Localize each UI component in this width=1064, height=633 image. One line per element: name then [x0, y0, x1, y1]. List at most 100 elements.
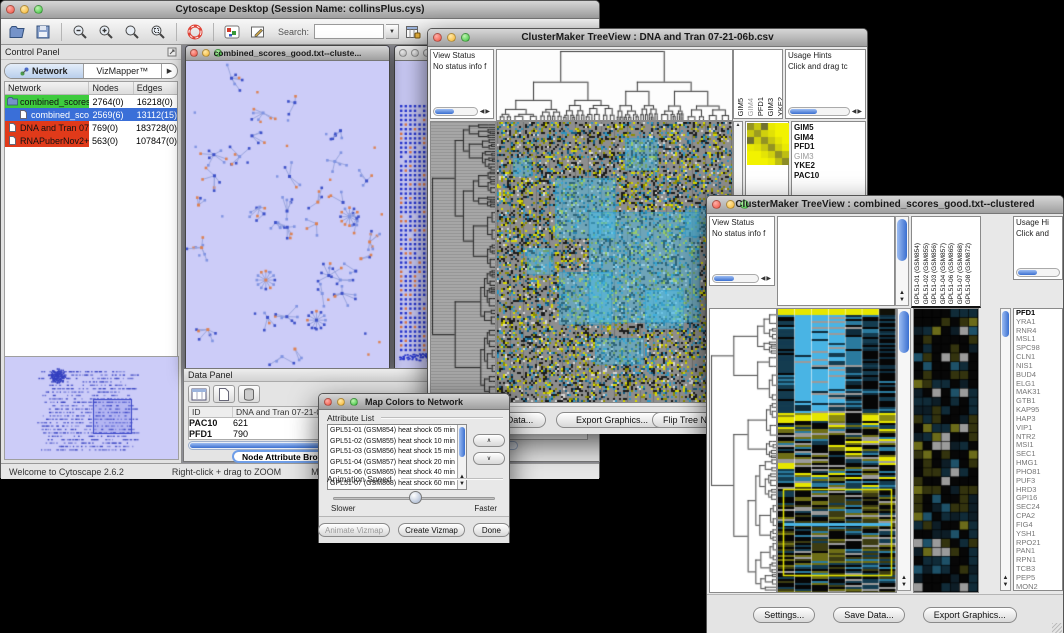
network-table-row[interactable]: combined_sco 2569(6) 13112(15): [5, 108, 177, 121]
tv1-similarity-matrix[interactable]: [747, 123, 789, 165]
tv1-row-dendrogram[interactable]: [430, 121, 496, 403]
tv2-save-data-button[interactable]: Save Data...: [833, 607, 905, 623]
slider-thumb[interactable]: [409, 491, 422, 504]
move-down-button[interactable]: ∨: [473, 452, 505, 465]
tv2-column-label[interactable]: GPL51-08 (GSM872): [965, 243, 972, 304]
tv2-status-hscrollbar[interactable]: ◀▶: [712, 273, 772, 283]
tv2-column-label[interactable]: GPL51-07 (GSM868): [957, 243, 964, 304]
treeview1-titlebar[interactable]: ClusterMaker TreeView : DNA and Tran 07-…: [428, 29, 867, 47]
file-icon: [7, 123, 18, 132]
group-divider: [381, 417, 503, 419]
tv1-view-status-info: No status info f: [431, 61, 493, 72]
tv2-heatmap[interactable]: [777, 308, 897, 593]
tv2-heatmap-vscrollbar[interactable]: ▲▼: [897, 308, 911, 591]
toolbar-separator: [61, 23, 62, 41]
gene-list-item[interactable]: MON2: [1016, 583, 1062, 591]
faster-label: Faster: [474, 504, 497, 513]
network-overview-thumbnail[interactable]: [4, 356, 179, 460]
tv2-export-graphics-button[interactable]: Export Graphics...: [923, 607, 1017, 623]
animate-vizmap-button[interactable]: Animate Vizmap: [318, 523, 390, 537]
tv1-row-label[interactable]: GIM3: [794, 152, 865, 162]
select-attributes-icon[interactable]: [188, 385, 210, 403]
resize-grip[interactable]: [1052, 623, 1062, 633]
treeview2-titlebar[interactable]: ClusterMaker TreeView : combined_scores_…: [707, 196, 1063, 214]
tv1-column-labels: GIM5GIM4PFD1GIM3YKE2PAC10: [733, 49, 783, 119]
network-table-row[interactable]: DNA and Tran 07 769(0) 183728(0): [5, 121, 177, 134]
zoom-out-icon[interactable]: [68, 21, 92, 42]
tv1-row-label[interactable]: PAC10: [794, 171, 865, 181]
minimize-button[interactable]: [411, 49, 419, 57]
attribute-list-item[interactable]: GPL51-01 (GSM854) heat shock 05 min: [330, 426, 456, 437]
tv1-column-label[interactable]: GIM3: [766, 98, 775, 116]
tv1-row-label[interactable]: YKE2: [794, 161, 865, 171]
tv2-usage-hints-info: Click and: [1014, 228, 1062, 239]
tv2-top-vscrollbar[interactable]: ▲▼: [895, 216, 909, 306]
tv1-column-label[interactable]: PFD1: [756, 97, 765, 116]
attribute-list-label: Attribute List: [327, 413, 374, 423]
tv2-settings-button[interactable]: Settings...: [753, 607, 815, 623]
tv2-column-label[interactable]: GPL51-06 (GSM865): [948, 243, 955, 304]
close-button[interactable]: [399, 49, 407, 57]
annotation-icon[interactable]: [246, 21, 270, 42]
new-attribute-icon[interactable]: [213, 385, 235, 403]
tv2-zoom-heatmap[interactable]: [913, 308, 979, 593]
network-icon: [20, 67, 29, 76]
tv1-column-label[interactable]: GIM5: [736, 98, 745, 116]
dialog-title: Map Colors to Network: [319, 397, 509, 407]
float-panel-icon[interactable]: [167, 47, 177, 57]
tv1-heatmap[interactable]: [496, 121, 733, 403]
group-divider: [401, 478, 503, 480]
search-label: Search:: [278, 27, 309, 37]
help-icon[interactable]: [183, 21, 207, 42]
zoom-in-icon[interactable]: [94, 21, 118, 42]
tab-network[interactable]: Network: [5, 64, 84, 78]
network1-titlebar[interactable]: combined_scores_good.txt--cluste...: [186, 46, 389, 61]
desktop: Cytoscape Desktop (Session Name: collins…: [0, 0, 1064, 633]
toolbar-separator: [213, 23, 214, 41]
attribute-list-item[interactable]: GPL51-03 (GSM856) heat shock 15 min: [330, 447, 456, 458]
tv1-column-label[interactable]: GIM4: [746, 98, 755, 116]
tv1-row-label[interactable]: GIM4: [794, 133, 865, 143]
tab-overflow-arrow[interactable]: ▶: [162, 64, 177, 78]
zoom-selected-icon[interactable]: [146, 21, 170, 42]
network-table-row[interactable]: combined_scores_ 2764(0) 16218(0): [5, 95, 177, 108]
search-input[interactable]: [314, 24, 384, 39]
delete-attribute-icon[interactable]: [238, 385, 260, 403]
attribute-list-item[interactable]: GPL51-04 (GSM857) heat shock 20 min: [330, 458, 456, 469]
create-vizmap-button[interactable]: Create Vizmap: [398, 523, 465, 537]
tv2-column-tree-panel[interactable]: [777, 216, 895, 306]
network1-canvas[interactable]: [186, 61, 389, 369]
tv2-bottom-bar: Settings... Save Data... Export Graphics…: [707, 594, 1063, 633]
tv2-row-dendrogram[interactable]: [709, 308, 777, 593]
network-table-row[interactable]: RNAPuberNov2+ 563(0) 107847(0): [5, 134, 177, 147]
tv1-row-label[interactable]: PFD1: [794, 142, 865, 152]
tv2-genelist-vscrollbar[interactable]: ▲▼: [1000, 308, 1011, 591]
zoom-fit-icon[interactable]: [120, 21, 144, 42]
tv2-column-label[interactable]: GPL51-02 (GSM855): [923, 243, 930, 304]
attribute-browser-icon[interactable]: [401, 21, 425, 42]
tv1-usage-hscrollbar[interactable]: ◀▶: [788, 106, 863, 116]
dialog-button-bar: Animate Vizmap Create Vizmap Done: [319, 516, 509, 543]
tv1-row-label[interactable]: GIM5: [794, 123, 865, 133]
done-button[interactable]: Done: [473, 523, 510, 537]
tv2-column-label[interactable]: GPL51-03 (GSM856): [931, 243, 938, 304]
network-table: Network Nodes Edges combined_scores_: [4, 81, 178, 357]
dialog-titlebar[interactable]: Map Colors to Network: [319, 394, 509, 410]
open-button[interactable]: [5, 21, 29, 42]
tv2-usage-hscrollbar[interactable]: [1016, 267, 1060, 277]
main-titlebar[interactable]: Cytoscape Desktop (Session Name: collins…: [1, 1, 599, 19]
attribute-list-item[interactable]: GPL51-02 (GSM855) heat shock 10 min: [330, 437, 456, 448]
tv2-column-label[interactable]: GPL51-01 (GSM854): [914, 243, 921, 304]
search-dropdown-arrow[interactable]: ▼: [386, 24, 399, 39]
tv2-usage-hints-panel: Usage Hi Click and: [1013, 216, 1063, 280]
tv2-column-label[interactable]: GPL51-04 (GSM857): [940, 243, 947, 304]
tab-vizmapper[interactable]: VizMapper™: [84, 64, 163, 78]
move-up-button[interactable]: ∧: [473, 434, 505, 447]
tv1-column-dendrogram[interactable]: [496, 49, 733, 121]
toolbar-separator: [176, 23, 177, 41]
tv1-column-label[interactable]: YKE2: [776, 97, 783, 116]
tv1-status-hscrollbar[interactable]: ◀▶: [433, 106, 491, 116]
tv2-column-labels: GPL51-01 (GSM854)GPL51-02 (GSM855)GPL51-…: [911, 216, 981, 308]
save-button[interactable]: [31, 21, 55, 42]
vizmapper-icon[interactable]: [220, 21, 244, 42]
